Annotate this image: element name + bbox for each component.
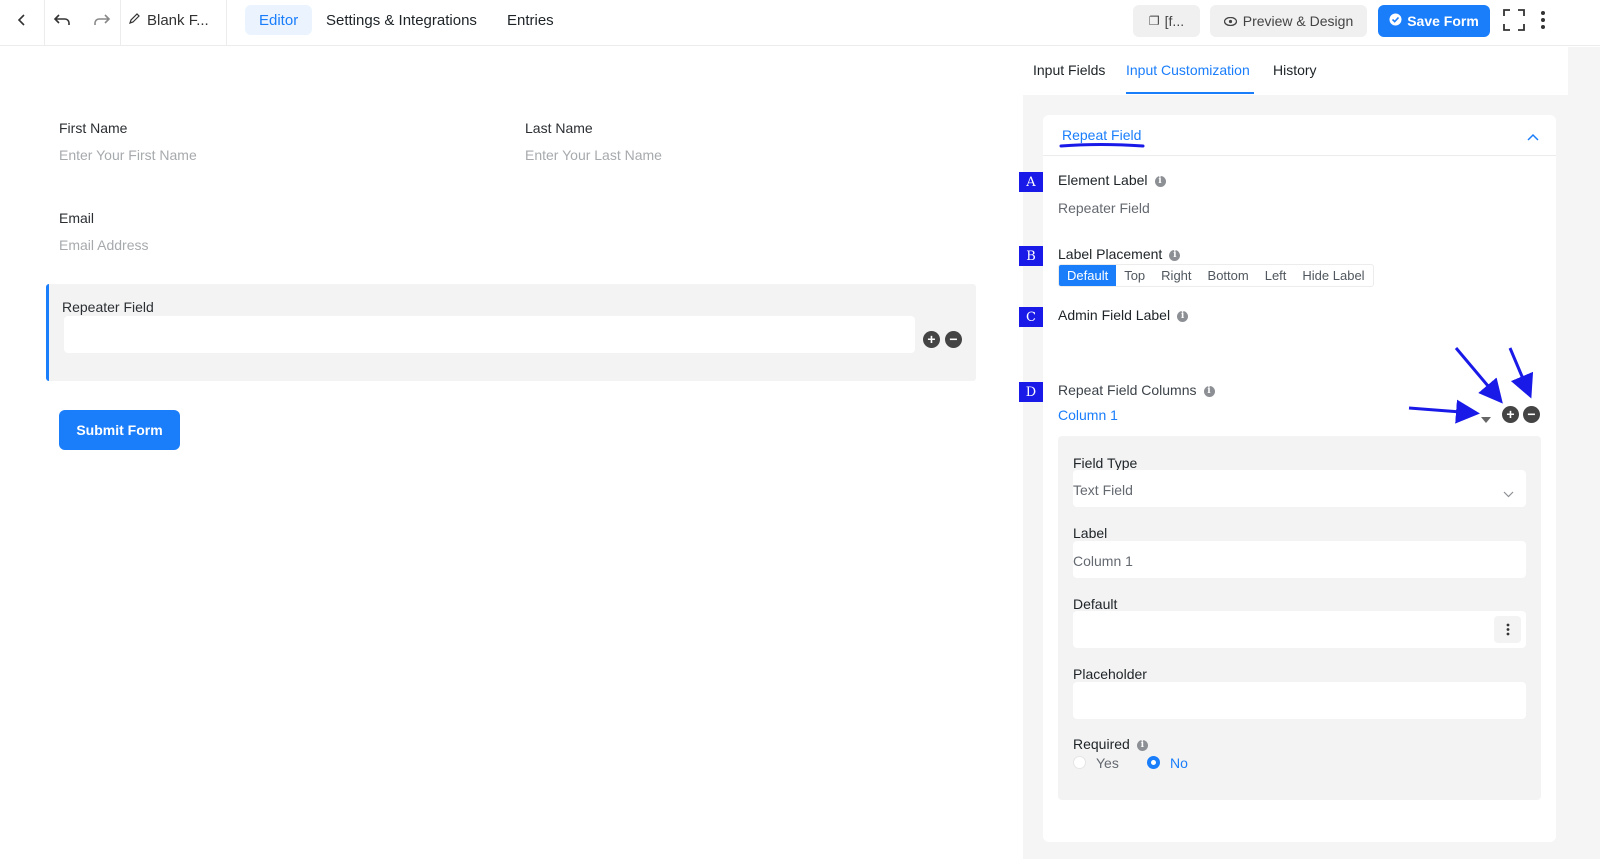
last-name-input[interactable]: Enter Your Last Name xyxy=(525,147,662,163)
placement-left[interactable]: Left xyxy=(1257,265,1295,286)
default-label: Default xyxy=(1073,596,1118,612)
first-name-label: First Name xyxy=(59,120,128,136)
placement-hide-label[interactable]: Hide Label xyxy=(1294,265,1372,286)
required-no-label: No xyxy=(1170,755,1188,771)
field-type-value: Text Field xyxy=(1073,482,1133,498)
form-title-text: Blank F... xyxy=(147,11,209,29)
element-label-input[interactable]: Repeater Field xyxy=(1058,200,1150,216)
admin-field-label-heading: Admin Field Label i xyxy=(1058,307,1189,323)
email-input[interactable]: Email Address xyxy=(59,237,148,253)
placement-bottom[interactable]: Bottom xyxy=(1200,265,1257,286)
badge-b: B xyxy=(1019,246,1043,266)
info-icon: i xyxy=(1177,310,1189,322)
required-yes-label: Yes xyxy=(1096,755,1119,771)
caret-down-icon[interactable] xyxy=(1481,411,1491,429)
preview-design-label: Preview & Design xyxy=(1242,13,1354,29)
divider xyxy=(120,0,121,46)
placement-right[interactable]: Right xyxy=(1153,265,1199,286)
copy-icon: ❐ xyxy=(1148,14,1160,28)
required-yes-radio[interactable] xyxy=(1073,756,1086,769)
required-no-radio[interactable] xyxy=(1147,756,1160,769)
save-form-label: Save Form xyxy=(1407,13,1479,29)
column-label-value: Column 1 xyxy=(1073,553,1133,569)
column-1-toggle[interactable]: Column 1 xyxy=(1058,407,1118,423)
remove-column-icon[interactable]: − xyxy=(1523,406,1540,423)
placement-default[interactable]: Default xyxy=(1059,265,1117,286)
required-text: Required xyxy=(1073,736,1130,752)
label-placement-text: Label Placement xyxy=(1058,246,1163,262)
placement-top[interactable]: Top xyxy=(1116,265,1153,286)
form-canvas xyxy=(0,47,1023,859)
check-circle-icon xyxy=(1389,13,1402,29)
info-icon: i xyxy=(1154,175,1166,187)
required-heading: Required i xyxy=(1073,736,1148,752)
undo-icon[interactable] xyxy=(44,0,80,40)
badge-c: C xyxy=(1019,307,1043,327)
active-tab-underline xyxy=(1126,92,1254,94)
save-form-button[interactable]: Save Form xyxy=(1378,5,1490,37)
tab-input-customization[interactable]: Input Customization xyxy=(1126,62,1250,78)
top-bar: Blank F... Editor Settings & Integration… xyxy=(0,0,1600,46)
tab-input-fields[interactable]: Input Fields xyxy=(1033,62,1105,78)
divider xyxy=(226,0,227,46)
badge-a: A xyxy=(1019,172,1043,192)
placeholder-label: Placeholder xyxy=(1073,666,1147,682)
fullscreen-icon[interactable] xyxy=(1500,0,1528,40)
tab-settings-integrations[interactable]: Settings & Integrations xyxy=(312,5,491,35)
repeater-field-label: Repeater Field xyxy=(62,299,154,315)
column-label-heading: Label xyxy=(1073,525,1108,541)
column-label-input[interactable] xyxy=(1073,541,1526,578)
add-column-icon[interactable]: + xyxy=(1502,406,1519,423)
default-input[interactable] xyxy=(1073,611,1526,648)
remove-row-icon[interactable]: − xyxy=(945,331,962,348)
redo-icon[interactable] xyxy=(84,0,120,40)
pencil-icon xyxy=(128,12,141,29)
form-title[interactable]: Blank F... xyxy=(128,0,218,40)
info-icon: i xyxy=(1203,385,1215,397)
first-name-input[interactable]: Enter Your First Name xyxy=(59,147,197,163)
label-placement-selector: Default Top Right Bottom Left Hide Label xyxy=(1058,264,1374,287)
preview-design-button[interactable]: Preview & Design xyxy=(1210,5,1367,37)
badge-d: D xyxy=(1019,382,1043,402)
add-row-icon[interactable]: + xyxy=(923,331,940,348)
info-icon: i xyxy=(1136,739,1148,751)
submit-form-button[interactable]: Submit Form xyxy=(59,410,180,450)
shortcode-button[interactable]: ❐ [f... xyxy=(1133,5,1200,37)
repeater-input[interactable] xyxy=(64,316,915,353)
more-vertical-icon[interactable] xyxy=(1532,0,1554,40)
back-icon[interactable] xyxy=(0,0,44,40)
placeholder-input[interactable] xyxy=(1073,682,1526,719)
element-label-text: Element Label xyxy=(1058,172,1148,188)
shortcode-menu-icon[interactable] xyxy=(1494,616,1521,643)
field-type-select[interactable] xyxy=(1073,470,1526,507)
info-icon: i xyxy=(1169,249,1181,261)
last-name-label: Last Name xyxy=(525,120,593,136)
chevron-up-icon[interactable] xyxy=(1527,128,1539,146)
section-title: Repeat Field xyxy=(1062,127,1142,143)
chevron-down-icon[interactable] xyxy=(1503,485,1514,503)
element-label-heading: Element Label i xyxy=(1058,172,1166,188)
repeat-columns-heading: Repeat Field Columns i xyxy=(1058,382,1215,398)
email-label: Email xyxy=(59,210,95,226)
admin-field-label-text: Admin Field Label xyxy=(1058,307,1171,323)
eye-icon xyxy=(1223,13,1237,29)
label-placement-heading: Label Placement i xyxy=(1058,246,1181,262)
tab-history[interactable]: History xyxy=(1273,62,1317,78)
tab-entries[interactable]: Entries xyxy=(493,5,568,35)
field-type-label: Field Type xyxy=(1073,455,1138,471)
shortcode-text: [f... xyxy=(1164,13,1185,29)
tab-editor[interactable]: Editor xyxy=(245,5,313,35)
repeat-columns-text: Repeat Field Columns xyxy=(1058,382,1197,398)
